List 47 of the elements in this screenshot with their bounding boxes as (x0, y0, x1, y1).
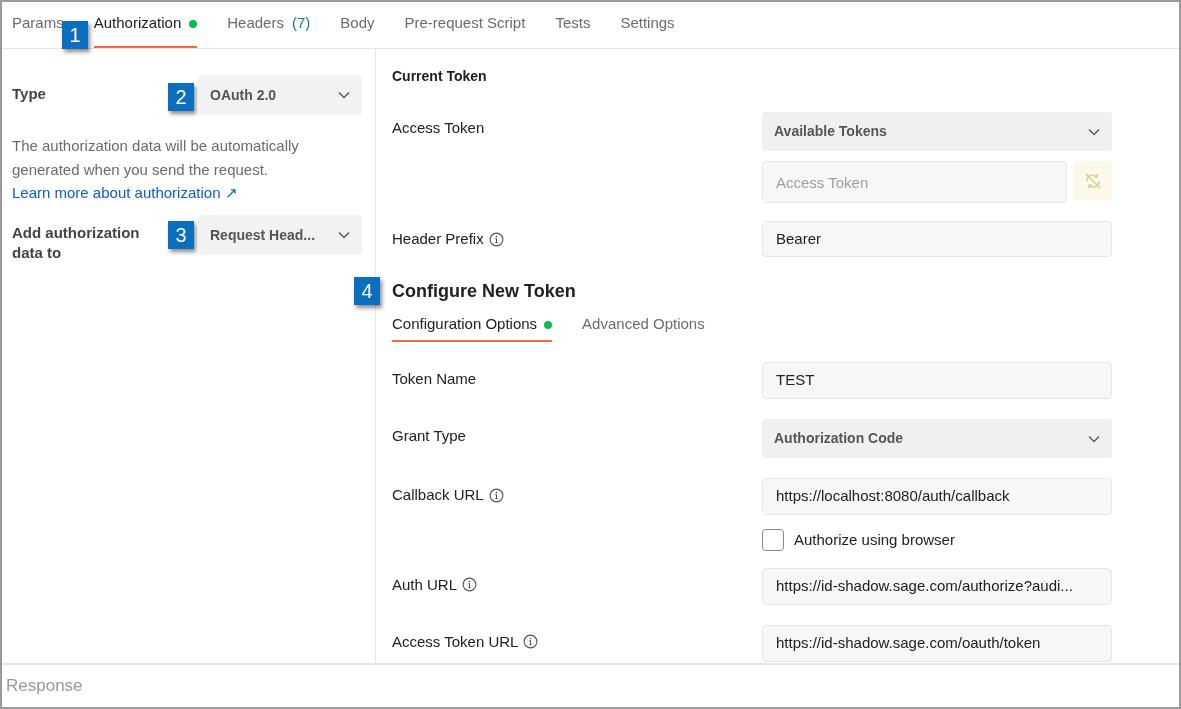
info-icon (488, 487, 504, 503)
add-to-select[interactable]: Request Head... (198, 215, 362, 255)
tab[interactable]: Pre-request Script (404, 2, 526, 48)
section-heading: Configure New Token (392, 279, 576, 303)
learn-more-link[interactable]: Learn more about authorization ↗ (12, 182, 365, 204)
access-token-field[interactable]: Access Token (762, 161, 1067, 203)
callout-badge: 2 (168, 83, 194, 111)
chevron-down-icon (338, 91, 350, 99)
type-select[interactable]: OAuth 2.0 (198, 75, 362, 115)
info-icon (523, 634, 539, 650)
tab[interactable]: Headers (7) (227, 2, 311, 48)
input-field[interactable]: https://id-shadow.sage.com/authorize?audi... (762, 567, 1112, 605)
callout-badge: 3 (168, 221, 194, 249)
field-label: Grant Type (392, 426, 466, 446)
input-field[interactable]: https://id-shadow.sage.com/oauth/token (762, 624, 1112, 662)
available-tokens-select[interactable]: Available Tokens (762, 112, 1112, 151)
field-label: Access Token (392, 118, 486, 138)
tab[interactable]: Configuration Options (392, 309, 553, 342)
tab[interactable]: Body (340, 2, 375, 48)
chevron-down-icon (1088, 434, 1100, 443)
section-title: Current Token (392, 67, 488, 86)
field-label: Header Prefix (392, 227, 762, 251)
field-label: Add authorization data to (12, 223, 141, 263)
header-prefix-field[interactable]: Bearer (762, 221, 1112, 257)
field-label: Auth URL (392, 573, 478, 596)
info-icon (488, 231, 504, 247)
chevron-down-icon (1088, 127, 1100, 136)
field-label: Token Name (392, 369, 477, 389)
input-field[interactable]: TEST (762, 362, 1112, 399)
field-label: Access Token URL (392, 630, 539, 653)
chevron-down-icon (338, 231, 350, 239)
callout-badge: 4 (354, 277, 380, 305)
tab[interactable]: Tests (555, 2, 591, 48)
field-label: Type (12, 84, 47, 104)
grant-type-select[interactable]: Authorization Code (762, 419, 1112, 458)
input-field[interactable]: https://localhost:8080/auth/callback (762, 478, 1112, 515)
tab[interactable]: Settings (620, 2, 675, 48)
callout-badge: 1 (62, 21, 88, 49)
response-label: Response (6, 675, 83, 698)
tab[interactable]: Authorization (93, 2, 198, 48)
checkbox[interactable] (762, 529, 784, 552)
description-text: The authorization data will be automatically generated when you send the request. (12, 136, 300, 180)
authorize-checkbox[interactable]: Authorize using browser (762, 529, 955, 552)
tab[interactable]: Advanced Options (582, 309, 705, 342)
info-icon (462, 577, 478, 593)
field-label: Callback URL (392, 484, 504, 507)
tab[interactable]: Params (12, 2, 64, 48)
